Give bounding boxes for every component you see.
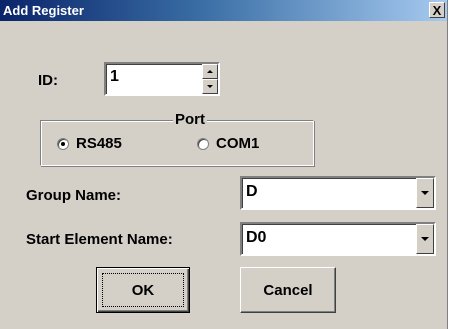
id-spinner xyxy=(202,64,218,94)
radio-com1[interactable]: COM1 xyxy=(197,135,259,152)
spin-up-icon xyxy=(207,70,213,73)
start-element-value: D0 xyxy=(246,229,267,246)
port-group-title: Port xyxy=(173,111,207,128)
radio-selected-dot xyxy=(61,141,65,146)
radio-rs485-circle[interactable] xyxy=(57,137,69,150)
close-button[interactable]: X xyxy=(429,2,445,18)
add-register-dialog: Add Register X ID: 1 Port RS485 COM1 Gro… xyxy=(0,0,448,329)
group-name-dropdown-button[interactable] xyxy=(416,178,434,208)
title-bar[interactable]: Add Register X xyxy=(0,0,447,21)
start-element-combobox[interactable]: D0 xyxy=(240,222,436,256)
start-element-dropdown-button[interactable] xyxy=(416,224,434,254)
id-spinbox[interactable]: 1 xyxy=(104,62,220,96)
spin-down-icon xyxy=(207,85,213,88)
group-name-label: Group Name: xyxy=(26,187,122,204)
group-name-value: D xyxy=(246,183,258,200)
spin-up-button[interactable] xyxy=(202,64,218,79)
start-element-label: Start Element Name: xyxy=(26,231,173,248)
radio-com1-label: COM1 xyxy=(216,135,260,152)
chevron-down-icon xyxy=(421,191,429,195)
cancel-button[interactable]: Cancel xyxy=(240,267,336,313)
id-value[interactable]: 1 xyxy=(110,68,119,86)
id-label: ID: xyxy=(38,72,58,89)
radio-rs485-label: RS485 xyxy=(76,135,122,152)
spin-down-button[interactable] xyxy=(202,79,218,94)
ok-button[interactable]: OK xyxy=(96,267,190,313)
cancel-button-label: Cancel xyxy=(263,281,313,299)
radio-rs485[interactable]: RS485 xyxy=(57,135,122,152)
radio-com1-circle[interactable] xyxy=(197,137,209,150)
chevron-down-icon xyxy=(421,237,429,241)
window-title: Add Register xyxy=(3,3,84,18)
close-icon: X xyxy=(432,2,442,18)
port-groupbox: Port RS485 COM1 xyxy=(40,111,314,166)
focus-rectangle xyxy=(102,273,184,307)
group-name-combobox[interactable]: D xyxy=(240,176,436,210)
